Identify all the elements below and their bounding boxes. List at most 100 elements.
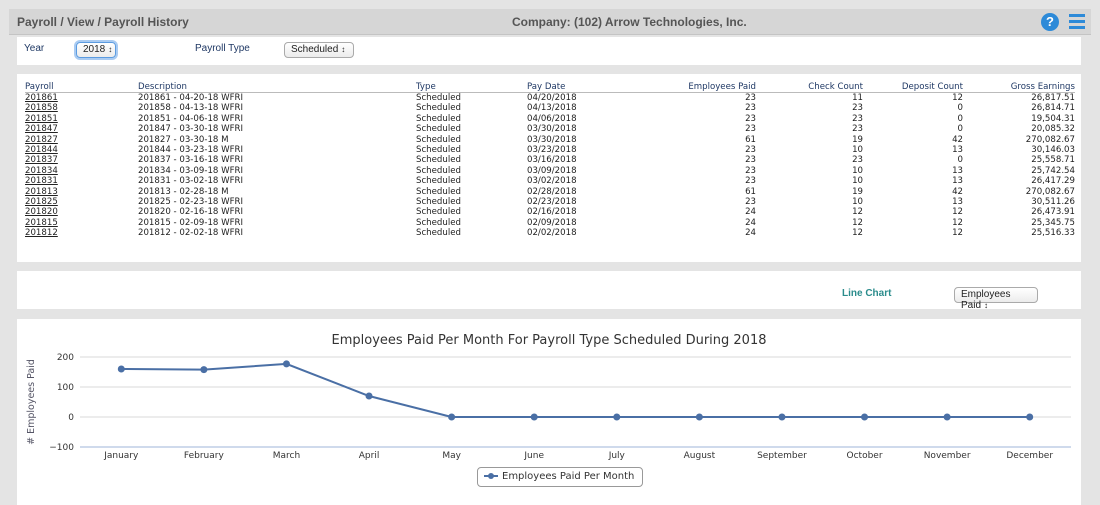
cell-gross-earnings: 25,742.54 (1031, 165, 1075, 176)
cell-type: Scheduled (416, 124, 461, 135)
list-menu-icon[interactable] (1069, 14, 1085, 30)
table-row[interactable]: 201825 201825 - 02-23-18 WFRI Scheduled 02/… (25, 197, 1075, 207)
cell-deposit-count: 12 (952, 228, 963, 239)
payroll-link[interactable]: 201815 (25, 218, 58, 228)
payroll-type-select[interactable]: Scheduled ↕ (284, 42, 354, 58)
cell-payroll-id: 201858 (25, 103, 138, 113)
column-header-employees-paid[interactable]: Employees Paid (635, 82, 756, 93)
line-chart-label: Line Chart (842, 288, 892, 299)
cell-description: 201831 - 03-02-18 WFRI (138, 176, 244, 187)
cell-gross-earnings: 30,146.03 (1031, 145, 1075, 156)
x-tick-label: July (608, 451, 626, 461)
cell-description: 201858 - 04-13-18 WFRI (138, 103, 244, 114)
cell-payroll-id: 201844 (25, 145, 138, 155)
cell-payroll-id: 201861 (25, 93, 138, 104)
chart-legend[interactable]: Employees Paid Per Month (477, 467, 644, 487)
data-point (613, 413, 621, 421)
cell-payroll-id: 201812 (25, 228, 138, 238)
cell-type: Scheduled (416, 197, 461, 208)
payroll-link[interactable]: 201812 (25, 228, 58, 238)
cell-check-count: 10 (852, 197, 863, 208)
payroll-link[interactable]: 201834 (25, 166, 58, 176)
payroll-link[interactable]: 201844 (25, 145, 58, 155)
cell-payroll-id: 201820 (25, 207, 138, 217)
cell-deposit-count: 0 (957, 155, 963, 166)
cell-type: Scheduled (416, 93, 461, 103)
column-header-check-count[interactable]: Check Count (756, 82, 863, 93)
cell-gross-earnings: 20,085.32 (1031, 124, 1075, 135)
cell-employees-paid: 24 (745, 207, 756, 218)
cell-check-count: 11 (852, 93, 863, 103)
payroll-link[interactable]: 201858 (25, 103, 58, 113)
table-row[interactable]: 201820 201820 - 02-16-18 WFRI Scheduled 02/… (25, 207, 1075, 217)
company-title: Company: (102) Arrow Technologies, Inc. (512, 15, 747, 29)
table-row[interactable]: 201861 201861 - 04-20-18 WFRI Scheduled 04/… (25, 93, 1075, 104)
updown-arrow-icon: ↕ (984, 301, 989, 310)
column-header-payroll[interactable]: Payroll (25, 82, 138, 93)
question-icon[interactable]: ? (1041, 13, 1059, 31)
chart-metric-select[interactable]: Employees Paid ↕ (954, 287, 1038, 311)
payroll-link[interactable]: 201813 (25, 187, 58, 197)
cell-type: Scheduled (416, 134, 461, 145)
column-header-description[interactable]: Description (138, 82, 416, 93)
cell-type: Scheduled (416, 165, 461, 176)
payroll-link[interactable]: 201820 (25, 207, 58, 217)
cell-description: 201813 - 02-28-18 M (138, 186, 229, 197)
cell-pay-date: 02/02/2018 (527, 228, 577, 239)
payroll-link[interactable]: 201831 (25, 176, 58, 186)
cell-type: Scheduled (416, 113, 461, 124)
data-point (1026, 413, 1034, 421)
table-row[interactable]: 201847 201847 - 03-30-18 WFRI Scheduled 03/… (25, 124, 1075, 134)
table-row[interactable]: 201851 201851 - 04-06-18 WFRI Scheduled 04/… (25, 114, 1075, 124)
cell-check-count: 12 (852, 228, 863, 239)
cell-deposit-count: 12 (952, 93, 963, 103)
column-header-deposit-count[interactable]: Deposit Count (863, 82, 963, 93)
cell-gross-earnings: 270,082.67 (1025, 134, 1075, 145)
payroll-link[interactable]: 201851 (25, 114, 58, 124)
cell-gross-earnings: 26,417.29 (1031, 176, 1075, 187)
column-header-gross-earnings[interactable]: Gross Earnings (963, 82, 1075, 93)
x-tick-label: June (523, 451, 544, 461)
cell-check-count: 23 (852, 103, 863, 114)
table-row[interactable]: 201815 201815 - 02-09-18 WFRI Scheduled 02/… (25, 218, 1075, 228)
cell-payroll-id: 201827 (25, 135, 138, 145)
cell-check-count: 12 (852, 207, 863, 218)
table-row[interactable]: 201831 201831 - 03-02-18 WFRI Scheduled 03/… (25, 176, 1075, 186)
cell-deposit-count: 42 (952, 186, 963, 197)
x-tick-label: May (442, 451, 461, 461)
data-point (117, 365, 125, 373)
payroll-link[interactable]: 201827 (25, 135, 58, 145)
table-row[interactable]: 201827 201827 - 03-30-18 M Scheduled 03/30/… (25, 135, 1075, 145)
cell-employees-paid: 23 (745, 113, 756, 124)
column-header-pay-date[interactable]: Pay Date (527, 82, 635, 93)
cell-deposit-count: 0 (957, 113, 963, 124)
payroll-link[interactable]: 201837 (25, 155, 58, 165)
data-point (282, 360, 290, 368)
payroll-link[interactable]: 201825 (25, 197, 58, 207)
cell-description: 201825 - 02-23-18 WFRI (138, 197, 244, 208)
table-row[interactable]: 201858 201858 - 04-13-18 WFRI Scheduled 04/… (25, 103, 1075, 113)
cell-payroll-id: 201837 (25, 155, 138, 165)
data-point (530, 413, 538, 421)
cell-pay-date: 02/09/2018 (527, 217, 577, 228)
cell-pay-date: 02/28/2018 (527, 186, 577, 197)
cell-type: Scheduled (416, 217, 461, 228)
cell-description: 201851 - 04-06-18 WFRI (138, 113, 244, 124)
column-header-type[interactable]: Type (416, 82, 527, 93)
cell-check-count: 10 (852, 176, 863, 187)
year-select[interactable]: 2018 ↕ (76, 42, 116, 58)
cell-check-count: 23 (852, 113, 863, 124)
cell-deposit-count: 13 (952, 165, 963, 176)
table-row[interactable]: 201844 201844 - 03-23-18 WFRI Scheduled 03/… (25, 145, 1075, 155)
table-row[interactable]: 201837 201837 - 03-16-18 WFRI Scheduled 03/… (25, 155, 1075, 165)
cell-description: 201861 - 04-20-18 WFRI (138, 93, 244, 103)
cell-deposit-count: 12 (952, 207, 963, 218)
x-tick-label: February (184, 451, 225, 461)
table-row[interactable]: 201812 201812 - 02-02-18 WFRI Scheduled 02/… (25, 228, 1075, 238)
cell-description: 201827 - 03-30-18 M (138, 134, 229, 145)
table-row[interactable]: 201813 201813 - 02-28-18 M Scheduled 02/28/… (25, 187, 1075, 197)
table-row[interactable]: 201834 201834 - 03-09-18 WFRI Scheduled 03/… (25, 166, 1075, 176)
cell-check-count: 23 (852, 155, 863, 166)
payroll-link[interactable]: 201861 (25, 93, 58, 103)
payroll-link[interactable]: 201847 (25, 124, 58, 134)
